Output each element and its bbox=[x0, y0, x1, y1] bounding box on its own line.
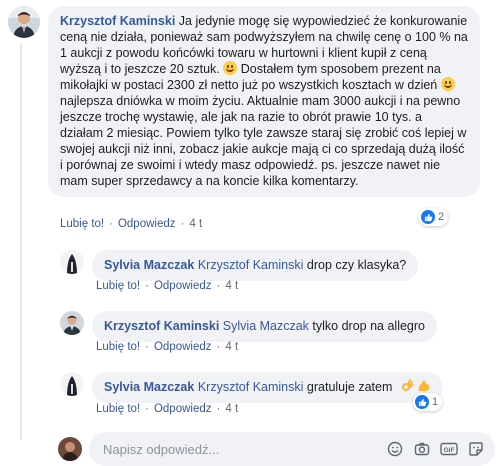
reply-1: Sylvia Mazczak Krzysztof Kaminski drop c… bbox=[60, 250, 419, 281]
avatar-krzysztof[interactable] bbox=[60, 311, 84, 335]
separator-dot: · bbox=[109, 218, 113, 230]
separator-dot: · bbox=[216, 280, 221, 292]
reaction-count: 1 bbox=[432, 396, 439, 408]
reply-time[interactable]: 4 t bbox=[225, 280, 238, 292]
reply-actions: Lubię to! · Odpowiedz · 4 t bbox=[96, 341, 238, 353]
main-comment: Krzysztof Kaminski Ja jedynie mogę się w… bbox=[8, 6, 480, 197]
separator-dot: · bbox=[145, 403, 149, 415]
reply-input-box[interactable]: Napisz odpowiedź... GIF bbox=[89, 432, 495, 466]
separator-dot: · bbox=[145, 341, 149, 353]
ok-hand-emoji-icon bbox=[400, 379, 414, 393]
reply-actions: Lubię to! · Odpowiedz · 4 t bbox=[96, 280, 238, 292]
comment-author[interactable]: Krzysztof Kaminski bbox=[60, 14, 175, 28]
reply-bubble: Sylvia Mazczak Krzysztof Kaminski gratul… bbox=[92, 372, 444, 403]
reply-mention[interactable]: Sylvia Mazczak bbox=[223, 319, 309, 333]
reply-bubble: Krzysztof Kaminski Sylvia Mazczak tylko … bbox=[92, 311, 437, 342]
reaction-summary[interactable]: 2 bbox=[419, 208, 449, 226]
avatar-sylvia[interactable] bbox=[60, 372, 84, 396]
like-reaction-icon bbox=[415, 395, 429, 409]
reply-mention[interactable]: Krzysztof Kaminski bbox=[198, 380, 304, 394]
comment-actions: Lubię to! · Odpowiedz · 4 t bbox=[60, 218, 202, 230]
reply-bubble: Sylvia Mazczak Krzysztof Kaminski drop c… bbox=[92, 250, 419, 281]
reply-text: tylko drop na allegro bbox=[312, 319, 425, 333]
reply-link[interactable]: Odpowiedz bbox=[154, 341, 212, 353]
reply-link[interactable]: Odpowiedz bbox=[154, 280, 212, 292]
camera-icon[interactable] bbox=[413, 440, 431, 458]
like-link[interactable]: Lubię to! bbox=[96, 280, 140, 292]
reply-text: gratuluje zatem bbox=[306, 380, 393, 394]
reply-3: Sylvia Mazczak Krzysztof Kaminski gratul… bbox=[60, 372, 444, 403]
separator-dot: · bbox=[216, 403, 221, 415]
like-reaction-icon bbox=[421, 210, 435, 224]
reply-time[interactable]: 4 t bbox=[225, 341, 238, 353]
separator-dot: · bbox=[180, 218, 185, 230]
svg-text:GIF: GIF bbox=[444, 447, 455, 454]
reply-text: drop czy klasyka? bbox=[306, 258, 407, 272]
reply-author[interactable]: Sylvia Mazczak bbox=[104, 258, 194, 272]
separator-dot: · bbox=[145, 280, 149, 292]
reaction-summary[interactable]: 1 bbox=[413, 393, 443, 411]
reply-author[interactable]: Krzysztof Kaminski bbox=[104, 319, 219, 333]
comment-bubble: Krzysztof Kaminski Ja jedynie mogę się w… bbox=[48, 6, 480, 197]
like-link[interactable]: Lubię to! bbox=[96, 341, 140, 353]
reply-link[interactable]: Odpowiedz bbox=[154, 403, 212, 415]
reply-author[interactable]: Sylvia Mazczak bbox=[104, 380, 194, 394]
reply-link[interactable]: Odpowiedz bbox=[118, 218, 176, 230]
separator-dot: · bbox=[216, 341, 221, 353]
grinning-emoji-icon bbox=[223, 61, 238, 75]
comment-text-part3: najlepsza dniówka w moim życiu. Aktualni… bbox=[60, 94, 467, 188]
reply-time[interactable]: 4 t bbox=[225, 403, 238, 415]
comment-time[interactable]: 4 t bbox=[189, 218, 202, 230]
smiley-icon[interactable] bbox=[386, 440, 404, 458]
like-link[interactable]: Lubię to! bbox=[96, 403, 140, 415]
current-user-avatar bbox=[58, 437, 82, 461]
reply-2: Krzysztof Kaminski Sylvia Mazczak tylko … bbox=[60, 311, 437, 342]
reply-mention[interactable]: Krzysztof Kaminski bbox=[198, 258, 304, 272]
grinning-emoji-icon bbox=[440, 77, 455, 91]
gif-icon[interactable]: GIF bbox=[440, 440, 458, 458]
reaction-count: 2 bbox=[438, 211, 445, 223]
sticker-icon[interactable] bbox=[467, 440, 485, 458]
reply-actions: Lubię to! · Odpowiedz · 4 t bbox=[96, 403, 238, 415]
muscle-emoji-icon bbox=[417, 379, 431, 393]
reply-input[interactable]: Napisz odpowiedź... bbox=[103, 442, 377, 457]
avatar-sylvia[interactable] bbox=[60, 250, 84, 274]
avatar-krzysztof[interactable] bbox=[8, 6, 40, 38]
like-link[interactable]: Lubię to! bbox=[60, 218, 104, 230]
